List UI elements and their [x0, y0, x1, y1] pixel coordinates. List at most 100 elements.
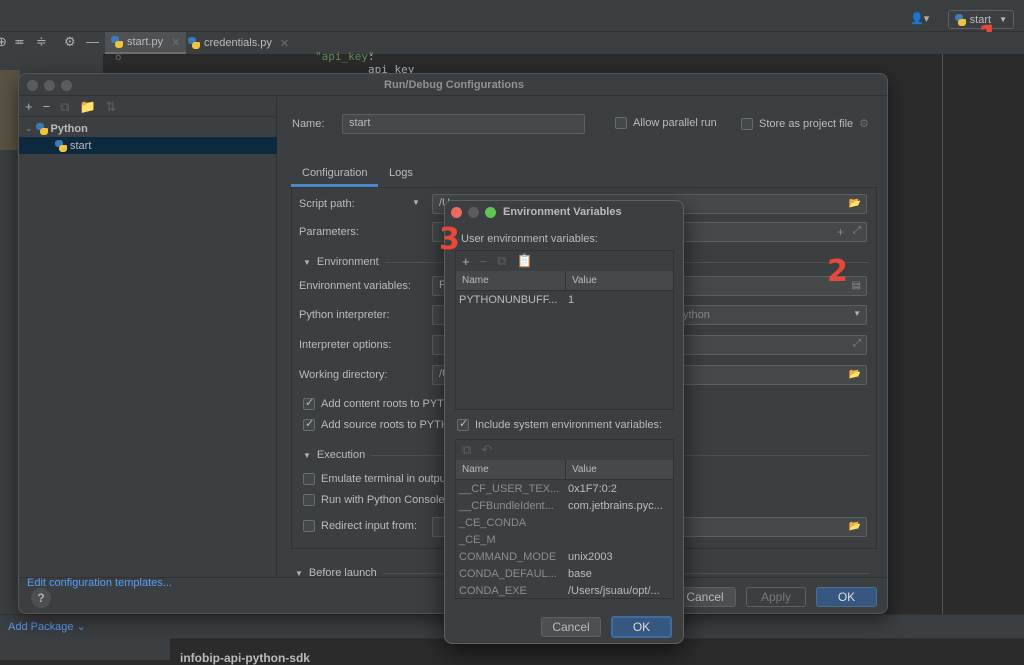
- remove-icon[interactable]: −: [43, 99, 51, 114]
- user-rows: PYTHONUNBUFF... 1: [456, 291, 673, 308]
- env-var-row[interactable]: _CE_CONDA: [456, 514, 673, 531]
- store-as-project-file-checkbox[interactable]: Store as project file ⚙: [741, 117, 869, 130]
- run-with-console-checkbox[interactable]: Run with Python Console: [303, 494, 445, 506]
- checkbox[interactable]: [457, 417, 469, 431]
- env-var-row[interactable]: CONDA_EXE/Users/jsuau/opt/...: [456, 582, 673, 598]
- env-var-row[interactable]: CONDA_DEFAUL... base: [456, 565, 673, 582]
- checkbox[interactable]: [303, 520, 315, 532]
- redirect-input-checkbox[interactable]: Redirect input from:: [303, 520, 417, 532]
- expand-icon[interactable]: ⤢: [853, 225, 861, 236]
- env-var-name: CONDA_EXE: [459, 584, 527, 597]
- env-var-row[interactable]: COMMAND_MODE unix2003: [456, 548, 673, 565]
- checkbox[interactable]: [615, 117, 627, 129]
- env-var-name: _CE_CONDA: [459, 516, 527, 529]
- close-window-button[interactable]: [451, 207, 462, 218]
- column-value[interactable]: Value: [566, 271, 597, 290]
- expand-icon[interactable]: ⤢: [853, 338, 861, 349]
- folder-icon[interactable]: 📂: [849, 369, 861, 380]
- env-var-name: _CE_M: [459, 533, 496, 546]
- column-name[interactable]: Name: [456, 271, 566, 290]
- remove-icon[interactable]: −: [480, 254, 488, 269]
- zoom-window-button[interactable]: [485, 207, 496, 218]
- checkbox[interactable]: [303, 494, 315, 506]
- ide-title-bar: [0, 0, 1024, 32]
- env-var-row[interactable]: _CE_M: [456, 531, 673, 548]
- checkbox[interactable]: [303, 473, 315, 485]
- checkbox[interactable]: [303, 417, 315, 431]
- minimize-window-button[interactable]: [44, 80, 55, 91]
- code-string: "api_key": [315, 50, 375, 63]
- add-icon[interactable]: +: [837, 225, 844, 239]
- env-var-name: COMMAND_MODE: [459, 550, 557, 563]
- apply-button[interactable]: Apply: [746, 587, 806, 607]
- checkbox-label: Run with Python Console: [321, 494, 445, 506]
- sort-icon[interactable]: ⇅: [106, 99, 117, 115]
- script-path-label: Script path:: [299, 198, 355, 210]
- copy-icon[interactable]: ⧉: [462, 442, 471, 458]
- zoom-window-button[interactable]: [61, 80, 72, 91]
- checkbox[interactable]: [303, 396, 315, 410]
- tree-item-python[interactable]: ⌄ Python: [19, 120, 277, 137]
- environment-variables-dialog: Environment Variables User environment v…: [444, 200, 684, 644]
- env-var-row[interactable]: __CFBundleIdent... com.jetbrains.pyc...: [456, 497, 673, 514]
- code-line: 8 "api_key" : api_key: [103, 50, 414, 76]
- checkbox-label: Include system environment variables:: [475, 419, 663, 431]
- edit-env-vars-icon[interactable]: ▤: [852, 280, 861, 291]
- minimize-window-button[interactable]: [468, 207, 479, 218]
- new-folder-icon[interactable]: 📁: [79, 99, 95, 115]
- column-name[interactable]: Name: [456, 460, 566, 479]
- user-icon[interactable]: 👤▾: [910, 12, 929, 25]
- chevron-down-icon: ⌄: [76, 621, 86, 633]
- add-icon[interactable]: +: [462, 254, 470, 269]
- checkbox-label: Redirect input from:: [321, 520, 417, 532]
- name-input[interactable]: start: [342, 114, 585, 134]
- allow-parallel-run-checkbox[interactable]: Allow parallel run: [615, 117, 717, 129]
- gear-icon[interactable]: ⚙: [64, 34, 76, 50]
- minimize-icon[interactable]: —: [86, 34, 99, 49]
- expand-all-icon[interactable]: ≖: [14, 34, 25, 50]
- env-ok-button[interactable]: OK: [611, 616, 672, 638]
- column-value[interactable]: Value: [566, 460, 597, 479]
- help-button[interactable]: ?: [31, 588, 51, 608]
- line-number: 8: [115, 50, 122, 63]
- close-icon[interactable]: ✕: [280, 37, 289, 50]
- triangle-down-icon: ▼: [303, 257, 311, 267]
- table-toolbar: + − ⧉ 📋: [456, 251, 673, 271]
- project-name: infobip-api-python-sdk: [180, 651, 310, 665]
- include-system-vars-checkbox[interactable]: Include system environment variables:: [457, 417, 663, 431]
- user-env-vars-table: + − ⧉ 📋 Name Value PYTHONUNBUFF... 1: [455, 250, 674, 410]
- folder-icon[interactable]: 📂: [849, 198, 861, 209]
- chevron-down-icon: ▼: [853, 309, 861, 318]
- undo-icon[interactable]: ↶: [481, 442, 492, 458]
- checkbox-label: Allow parallel run: [633, 117, 717, 129]
- dialog-title: Run/Debug Configurations: [19, 74, 887, 96]
- ok-button[interactable]: OK: [816, 587, 877, 607]
- copy-icon[interactable]: ⧉: [497, 253, 506, 269]
- copy-icon[interactable]: ⧉: [60, 99, 69, 115]
- paste-icon[interactable]: 📋: [516, 253, 532, 269]
- add-icon[interactable]: +: [25, 99, 33, 114]
- interpreter-options-label: Interpreter options:: [299, 339, 392, 351]
- close-icon[interactable]: ✕: [171, 36, 180, 49]
- env-cancel-button[interactable]: Cancel: [541, 617, 601, 637]
- add-package-link[interactable]: Add Package ⌄: [8, 620, 86, 633]
- tab-configuration[interactable]: Configuration: [302, 167, 367, 179]
- section-label: Environment: [316, 256, 379, 268]
- checkbox[interactable]: [741, 117, 753, 130]
- tree-item-start[interactable]: start: [19, 137, 277, 154]
- tree-item-label: start: [70, 139, 92, 152]
- annotation-3: 3: [439, 222, 460, 257]
- tab-logs[interactable]: Logs: [389, 167, 413, 179]
- env-var-row[interactable]: PYTHONUNBUFF... 1: [456, 291, 673, 308]
- env-vars-label: Environment variables:: [299, 280, 411, 292]
- target-icon[interactable]: ⊕: [0, 34, 7, 50]
- tab-label: start.py: [127, 36, 164, 48]
- gear-icon[interactable]: ⚙: [859, 117, 869, 130]
- collapse-all-icon[interactable]: ≑: [36, 34, 47, 50]
- script-type-dropdown[interactable]: ▼: [412, 198, 420, 207]
- env-var-row[interactable]: __CF_USER_TEX... 0x1F7:0:2: [456, 480, 673, 497]
- folder-icon[interactable]: 📂: [849, 521, 861, 532]
- dialog-title: Environment Variables: [503, 206, 622, 218]
- close-window-button[interactable]: [27, 80, 38, 91]
- env-var-name: __CF_USER_TEX...: [459, 482, 560, 495]
